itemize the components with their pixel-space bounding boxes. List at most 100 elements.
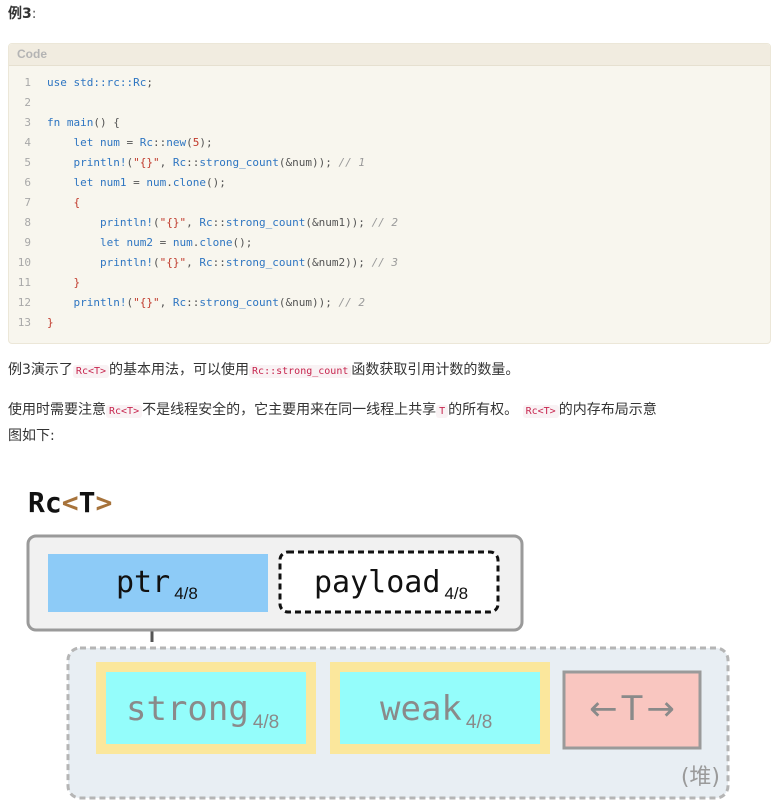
- code-token: use: [47, 76, 67, 89]
- code-token: main: [66, 116, 94, 129]
- code-line: 7 {: [9, 193, 770, 213]
- code-token: num: [172, 236, 193, 249]
- line-number: 2: [24, 96, 31, 109]
- code-token: ::: [153, 136, 167, 149]
- para-text: 的所有权。: [448, 402, 519, 418]
- code-token: =: [126, 176, 147, 189]
- code-line: 6 let num1 = num.clone();: [9, 173, 770, 193]
- inline-code: Rc<T>: [72, 365, 110, 378]
- code-token: strong_count: [225, 256, 306, 269]
- code-token: Rc: [199, 256, 213, 269]
- t-value-label: ← T →: [589, 689, 675, 729]
- para-text: 的基本用法，可以使用: [109, 362, 250, 378]
- code-token: "{}": [133, 296, 160, 309]
- para-text: 函数获取引用计数的数量。: [351, 362, 520, 378]
- code-block-label: Code: [17, 47, 47, 61]
- code-token: Rc: [172, 156, 187, 169]
- line-number: 3: [24, 116, 31, 129]
- code-token: Rc: [139, 136, 153, 149]
- code-token: std::rc::Rc: [73, 76, 147, 89]
- code-token: println!: [73, 156, 127, 169]
- para-text: 例3演示了: [8, 362, 73, 378]
- code-comment: // 3: [371, 256, 399, 269]
- code-token: clone: [172, 176, 206, 189]
- inline-code: Rc::strong_count: [249, 365, 352, 378]
- example-number: 例3: [8, 6, 32, 22]
- code-token: ::: [212, 256, 226, 269]
- code-token: (: [152, 256, 160, 269]
- code-token: ,: [186, 216, 200, 229]
- line-number: 9: [24, 236, 31, 249]
- code-token: }: [73, 276, 81, 289]
- line-number: 13: [17, 316, 31, 329]
- code-comment: // 1: [338, 156, 365, 169]
- code-token: (: [152, 216, 160, 229]
- code-token: ();: [206, 176, 226, 189]
- code-line: 11 }: [9, 273, 770, 293]
- line-number: 6: [24, 176, 31, 189]
- heap-label: (堆): [681, 765, 720, 790]
- code-token: strong_count: [199, 156, 279, 169]
- code-token: (&num));: [278, 156, 332, 169]
- inline-code: T: [436, 405, 449, 418]
- code-comment: // 2: [338, 296, 365, 309]
- line-number: 4: [24, 136, 31, 149]
- code-token: ::: [186, 156, 200, 169]
- code-line: 5 println!("{}", Rc::strong_count(&num))…: [9, 153, 770, 173]
- code-token: let: [73, 176, 94, 189]
- heading-colon: :: [31, 6, 37, 22]
- code-block: Code 1 use std::rc::Rc; 2 3 fn main() { 4 …: [8, 43, 771, 344]
- code-token: "{}": [133, 156, 160, 169]
- code-token: (&num2));: [305, 256, 365, 269]
- diagram-svg: Rc<T> ptr 4/8 payload 4/8 strong 4/8 weak 4/…: [26, 486, 730, 800]
- line-number: 1: [24, 76, 31, 89]
- code-token: num2: [126, 236, 153, 249]
- para-text: 不是线程安全的，它主要用来在同一线程上共享: [142, 402, 437, 418]
- code-line: 2: [9, 93, 770, 113]
- code-token: ,: [159, 296, 173, 309]
- para-text: 图如下:: [8, 428, 55, 444]
- code-token: Rc: [172, 296, 187, 309]
- inline-code: Rc<T>: [106, 405, 143, 418]
- code-token: }: [47, 316, 54, 329]
- code-line: 10 println!("{}", Rc::strong_count(&num2…: [9, 253, 770, 273]
- code-token: ,: [159, 156, 173, 169]
- code-token: strong_count: [199, 296, 279, 309]
- code-token: num: [146, 176, 167, 189]
- code-token: let: [73, 136, 94, 149]
- code-token: ::: [186, 296, 200, 309]
- rc-memory-layout-diagram: Rc<T> ptr 4/8 payload 4/8 strong 4/8 weak 4/…: [20, 474, 760, 802]
- line-number: 7: [24, 196, 31, 209]
- code-lines: 1 use std::rc::Rc; 2 3 fn main() { 4 let n…: [9, 73, 770, 333]
- code-line: 12 println!("{}", Rc::strong_count(&num)…: [9, 293, 770, 313]
- code-token: .: [166, 176, 173, 189]
- code-token: ::: [212, 216, 226, 229]
- code-comment: // 2: [371, 216, 399, 229]
- code-token: strong_count: [225, 216, 306, 229]
- code-token: println!: [99, 216, 153, 229]
- code-token: println!: [99, 256, 153, 269]
- diagram-title: Rc<T>: [28, 486, 112, 519]
- code-token: clone: [199, 236, 233, 249]
- code-line: 3 fn main() {: [9, 113, 770, 133]
- code-token: (&num));: [278, 296, 332, 309]
- code-token: );: [199, 136, 213, 149]
- code-block-header: Code: [9, 44, 770, 66]
- line-number: 11: [17, 276, 31, 289]
- para-text: 使用时需要注意: [8, 402, 106, 418]
- code-line: 1 use std::rc::Rc;: [9, 73, 770, 93]
- code-token: =: [152, 236, 173, 249]
- line-number: 12: [17, 296, 31, 309]
- code-line: 4 let num = Rc::new(5);: [9, 133, 770, 153]
- code-token: ,: [186, 256, 200, 269]
- code-token: "{}": [159, 256, 187, 269]
- code-token: {: [73, 196, 81, 209]
- code-line: 9 let num2 = num.clone();: [9, 233, 770, 253]
- line-number: 10: [17, 256, 31, 269]
- code-token: "{}": [159, 216, 187, 229]
- line-number: 8: [24, 216, 31, 229]
- code-token: (&num1));: [305, 216, 365, 229]
- code-token: Rc: [199, 216, 213, 229]
- code-token: println!: [73, 296, 127, 309]
- paragraph-2: 使用时需要注意 Rc<T> 不是线程安全的，它主要用来在同一线程上共享 T 的所有权。 …: [8, 398, 766, 448]
